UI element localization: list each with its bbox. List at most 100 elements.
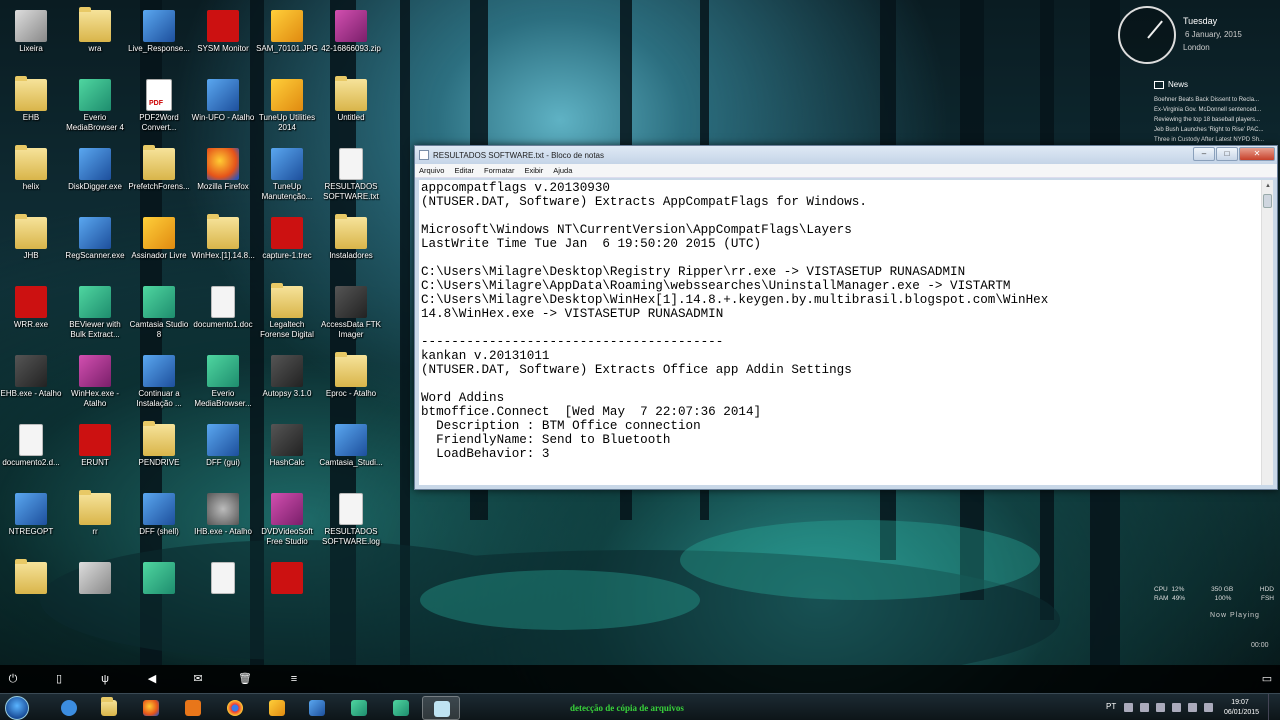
desktop-icon[interactable]: Camtasia Studio 8 [126, 280, 192, 346]
desktop-icon[interactable]: Continuar a Instalação ... [126, 349, 192, 415]
desktop-icon[interactable]: Assinador Livre [126, 211, 192, 277]
desktop-icon[interactable]: PENDRIVE [126, 418, 192, 484]
desktop-icon[interactable]: EHB [0, 73, 64, 139]
desktop-icon[interactable]: Camtasia_Studi... [318, 418, 384, 484]
start-button[interactable] [5, 696, 29, 720]
desktop-icon[interactable] [190, 556, 256, 622]
title-bar[interactable]: RESULTADOS SOFTWARE.txt - Bloco de notas… [415, 146, 1277, 164]
tray-icon[interactable] [1156, 703, 1165, 712]
tray-clock[interactable]: 19:07 06/01/2015 [1224, 698, 1259, 718]
tray-icon[interactable] [1140, 703, 1149, 712]
desktop-icon[interactable]: Lixeira [0, 4, 64, 70]
desktop-icon[interactable]: EHB.exe - Atalho [0, 349, 64, 415]
news-item[interactable]: Reviewing the top 18 baseball players... [1154, 115, 1272, 125]
desktop-icon[interactable]: Instaladores [318, 211, 384, 277]
show-desktop-button[interactable] [1268, 694, 1280, 720]
desktop-icon[interactable]: WRR.exe [0, 280, 64, 346]
desktop-icon[interactable]: DFF (shell) [126, 487, 192, 553]
news-item[interactable]: Jeb Bush Launches 'Right to Rise' PAC... [1154, 125, 1272, 135]
power-icon[interactable]: ⏻ [6, 673, 20, 685]
taskbar-notepad[interactable] [422, 696, 460, 720]
desktop-icon[interactable]: SYSM Monitor [190, 4, 256, 70]
desktop-icon[interactable]: Everio MediaBrowser 4 [62, 73, 128, 139]
network-tray-icon[interactable] [1188, 703, 1197, 712]
desktop-icon[interactable]: NTREGOPT [0, 487, 64, 553]
desktop-icon[interactable]: Live_Response... [126, 4, 192, 70]
desktop-icon[interactable]: WinHex.[1].14.8... [190, 211, 256, 277]
taskbar-chrome[interactable] [216, 696, 254, 720]
taskbar-camtasia[interactable] [340, 696, 378, 720]
desktop-icon[interactable]: Mozilla Firefox [190, 142, 256, 208]
taskbar-media[interactable] [174, 696, 212, 720]
tray-icon[interactable] [1172, 703, 1181, 712]
maximize-button[interactable]: □ [1216, 147, 1238, 161]
desktop-icon[interactable]: capture-1.trec [254, 211, 320, 277]
desktop-icon[interactable]: TuneUp Manutenção... [254, 142, 320, 208]
volume-icon[interactable]: ◀ [145, 673, 159, 685]
close-button[interactable]: ✕ [1239, 147, 1275, 161]
taskbar-network[interactable] [298, 696, 336, 720]
taskbar-tool[interactable] [258, 696, 296, 720]
menu-exibir[interactable]: Exibir [524, 166, 543, 175]
trash-icon[interactable]: 🗑 [238, 673, 252, 685]
mail-icon[interactable]: ✉ [191, 673, 205, 685]
desktop-icon[interactable]: 42-16866093.zip [318, 4, 384, 70]
minimize-button[interactable]: – [1193, 147, 1215, 161]
news-item[interactable]: Ex-Virginia Gov. McDonnell sentenced... [1154, 105, 1272, 115]
taskbar-firefox[interactable] [132, 696, 170, 720]
desktop-icon[interactable]: TuneUp Utilities 2014 [254, 73, 320, 139]
desktop-icon[interactable]: JHB [0, 211, 64, 277]
desktop-icon[interactable]: HashCalc [254, 418, 320, 484]
menu-arquivo[interactable]: Arquivo [419, 166, 444, 175]
wireless-icon[interactable]: ψ [98, 673, 112, 685]
news-item[interactable]: Three in Custody After Latest NYPD Sh... [1154, 135, 1272, 145]
menu-editar[interactable]: Editar [454, 166, 474, 175]
desktop-icon[interactable]: PrefetchForens... [126, 142, 192, 208]
desktop-icon[interactable]: RESULTADOS SOFTWARE.log [318, 487, 384, 553]
desktop-icon[interactable]: DFF (gui) [190, 418, 256, 484]
desktop-icon[interactable]: RegScanner.exe [62, 211, 128, 277]
desktop-icon[interactable]: wra [62, 4, 128, 70]
taskbar-explorer[interactable] [90, 696, 128, 720]
desktop-icon[interactable]: RESULTADOS SOFTWARE.txt [318, 142, 384, 208]
vertical-scrollbar[interactable]: ▲ [1261, 180, 1273, 485]
desktop-icon[interactable]: IHB.exe - Atalho [190, 487, 256, 553]
desktop-icon[interactable]: PDF2Word Convert... [126, 73, 192, 139]
desktop-icon[interactable]: Everio MediaBrowser... [190, 349, 256, 415]
settings-icon[interactable]: ≡ [287, 673, 301, 685]
document-icon[interactable]: ▭ [1260, 673, 1274, 685]
desktop-icon[interactable]: Legaltech Forense Digital [254, 280, 320, 346]
desktop-icon[interactable]: Untitled [318, 73, 384, 139]
volume-tray-icon[interactable] [1204, 703, 1213, 712]
desktop-icon[interactable]: BEViewer with Bulk Extract... [62, 280, 128, 346]
desktop-icon[interactable]: AccessData FTK Imager [318, 280, 384, 346]
desktop-icon[interactable]: Autopsy 3.1.0 [254, 349, 320, 415]
desktop-icon[interactable] [0, 556, 64, 622]
desktop-icon[interactable]: documento1.doc [190, 280, 256, 346]
notepad-window[interactable]: RESULTADOS SOFTWARE.txt - Bloco de notas… [414, 145, 1278, 490]
news-item[interactable]: Boehner Beats Back Dissent to Recla... [1154, 95, 1272, 105]
desktop-icon[interactable]: WinHex.exe - Atalho [62, 349, 128, 415]
menu-ajuda[interactable]: Ajuda [553, 166, 572, 175]
text-editor[interactable]: appcompatflags v.20130930 (NTUSER.DAT, S… [419, 180, 1261, 485]
desktop-icon[interactable] [254, 556, 320, 622]
menu-formatar[interactable]: Formatar [484, 166, 514, 175]
taskbar-ie[interactable] [50, 696, 88, 720]
desktop-icon[interactable] [62, 556, 128, 622]
language-indicator[interactable]: PT [1106, 702, 1116, 711]
desktop-icon[interactable]: Win-UFO - Atalho [190, 73, 256, 139]
desktop-icon[interactable]: rr [62, 487, 128, 553]
desktop-icon[interactable]: DVDVideoSoft Free Studio [254, 487, 320, 553]
scroll-thumb[interactable] [1263, 194, 1272, 208]
battery-icon[interactable]: ▯ [52, 673, 66, 685]
desktop-icon[interactable]: DiskDigger.exe [62, 142, 128, 208]
taskbar-camtasia-recorder[interactable] [382, 696, 420, 720]
desktop-icon[interactable] [126, 556, 192, 622]
scroll-up-arrow-icon[interactable]: ▲ [1262, 180, 1274, 192]
desktop-icon[interactable]: Eproc - Atalho [318, 349, 384, 415]
desktop-icon[interactable]: ERUNT [62, 418, 128, 484]
desktop-icon[interactable]: helix [0, 142, 64, 208]
desktop-icon[interactable]: documento2.d... [0, 418, 64, 484]
document-text[interactable]: appcompatflags v.20130930 (NTUSER.DAT, S… [419, 180, 1261, 462]
tray-icon[interactable] [1124, 703, 1133, 712]
